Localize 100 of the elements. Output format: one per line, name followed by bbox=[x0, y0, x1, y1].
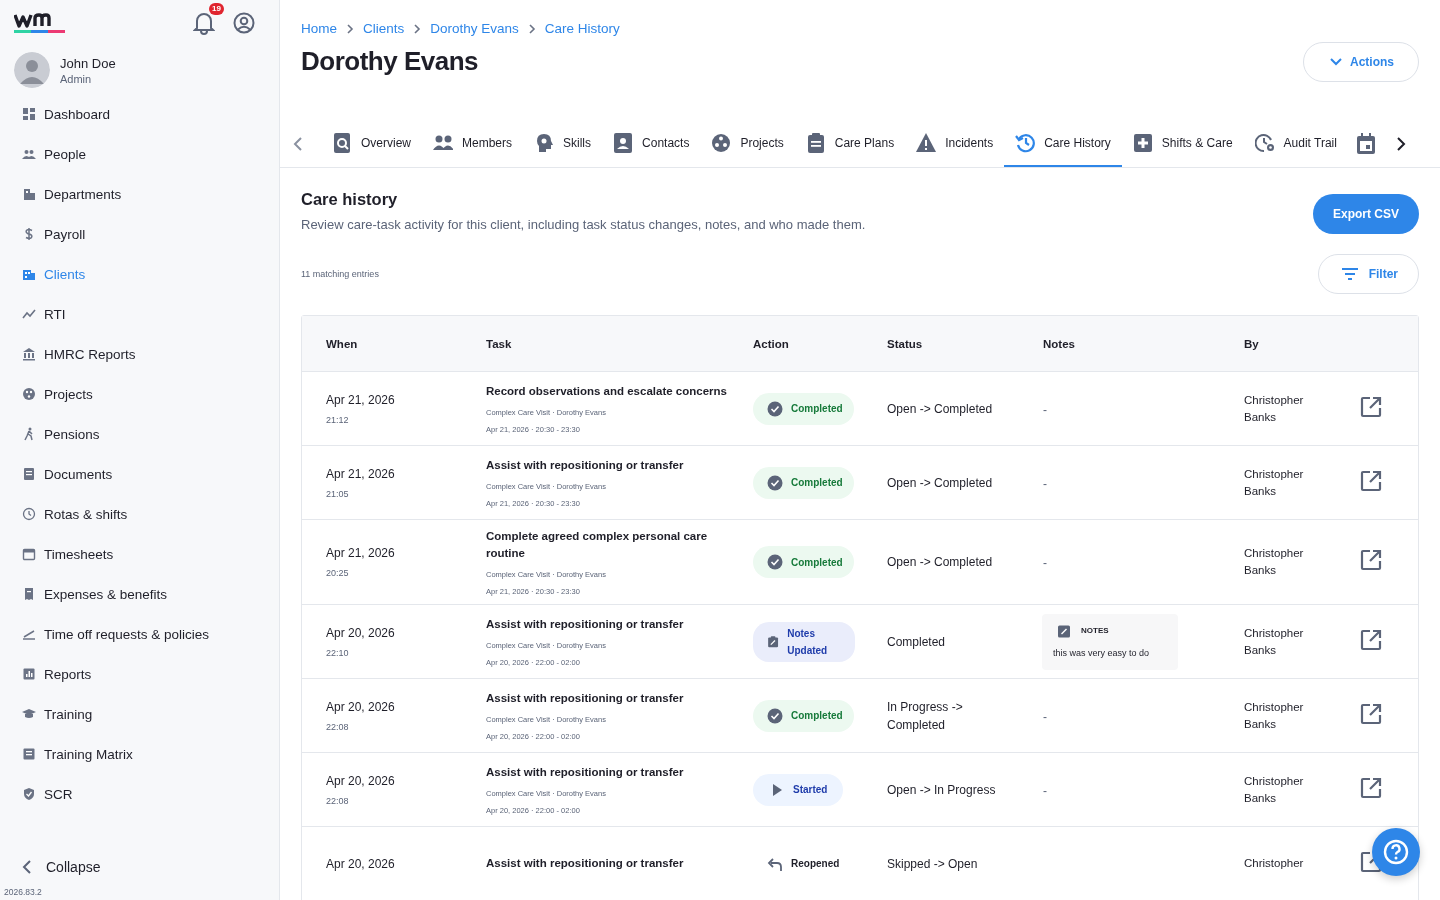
chevron-right-icon bbox=[346, 22, 354, 35]
version-text: 2026.83.2 bbox=[3, 886, 43, 897]
tab[interactable]: Care Plans bbox=[794, 120, 906, 167]
time-text: 20:25 bbox=[326, 568, 350, 578]
nav-item[interactable]: Time off requests & policies bbox=[22, 614, 279, 654]
nav-item[interactable]: Expenses & benefits bbox=[22, 574, 279, 614]
nav-item[interactable]: Rotas & shifts bbox=[22, 494, 279, 534]
nav-item[interactable]: SCR bbox=[22, 774, 279, 814]
account-icon[interactable] bbox=[233, 12, 255, 34]
notification-bell-icon[interactable] bbox=[193, 11, 215, 35]
notes-text: - bbox=[1043, 709, 1047, 724]
check-circle-icon bbox=[767, 707, 783, 724]
clock-icon bbox=[22, 507, 36, 521]
dollar-icon bbox=[22, 227, 36, 241]
nav-item[interactable]: HMRC Reports bbox=[22, 334, 279, 374]
date-text: Apr 20, 2026 bbox=[326, 856, 396, 871]
tab[interactable]: Overview bbox=[321, 120, 422, 167]
filter-button[interactable]: Filter bbox=[1317, 254, 1419, 294]
nav-item[interactable]: Timesheets bbox=[22, 534, 279, 574]
export-csv-button[interactable]: Export CSV bbox=[1313, 194, 1419, 234]
date-text: Apr 21, 2026 bbox=[326, 466, 396, 481]
tab[interactable]: Members bbox=[422, 120, 524, 167]
history-icon bbox=[1015, 131, 1036, 154]
clipboard-icon bbox=[767, 633, 780, 650]
chevron-right-icon bbox=[413, 22, 422, 35]
tab[interactable]: Projects bbox=[700, 120, 795, 167]
time-text: 21:05 bbox=[326, 488, 350, 499]
head-gear-icon bbox=[534, 131, 555, 154]
receipt-icon bbox=[22, 587, 36, 601]
grid-icon bbox=[22, 107, 36, 121]
report-icon bbox=[22, 747, 36, 761]
logo[interactable] bbox=[14, 12, 66, 34]
column-header: Status bbox=[887, 337, 924, 350]
chevron-left-icon[interactable] bbox=[293, 136, 303, 151]
shield-icon bbox=[22, 787, 36, 801]
action-status-badge: Completed bbox=[753, 392, 854, 425]
tab[interactable]: Audit Trail bbox=[1243, 120, 1348, 167]
date-text: Apr 21, 2026 bbox=[326, 392, 396, 407]
task-title: Assist with repositioning or transfer bbox=[486, 691, 685, 706]
check-circle-icon bbox=[767, 554, 783, 570]
nav-item[interactable]: RTI bbox=[22, 294, 279, 334]
author-name: Christopher Banks bbox=[1244, 392, 1305, 425]
external-link-icon[interactable] bbox=[1360, 776, 1382, 799]
building-icon bbox=[22, 187, 36, 201]
nav-item[interactable]: Payroll bbox=[22, 214, 279, 254]
column-header: Notes bbox=[1043, 337, 1076, 350]
chevron-right-icon bbox=[527, 22, 536, 35]
search-document-icon bbox=[332, 131, 352, 154]
external-link-icon[interactable] bbox=[1360, 469, 1382, 492]
nav-item[interactable]: Dashboard bbox=[22, 94, 279, 134]
tab[interactable]: Contacts bbox=[602, 120, 701, 167]
avatar bbox=[14, 52, 50, 88]
task-title: Assist with repositioning or transfer bbox=[486, 765, 685, 780]
action-status-badge: Completed bbox=[753, 466, 854, 499]
tab[interactable]: Skills bbox=[523, 120, 603, 167]
breadcrumb-link[interactable]: Clients bbox=[363, 21, 405, 36]
tab[interactable]: Care History bbox=[1004, 120, 1122, 167]
breadcrumb-link[interactable]: Care History bbox=[544, 21, 620, 36]
nav-item[interactable]: Projects bbox=[22, 374, 279, 414]
nav-item[interactable]: Training bbox=[22, 694, 279, 734]
nav-item[interactable]: Documents bbox=[22, 454, 279, 494]
entry-count: 11 matching entries bbox=[301, 269, 379, 279]
date-text: Apr 20, 2026 bbox=[326, 699, 396, 714]
task-title: Complete agreed complex personal care routine bbox=[486, 529, 709, 561]
document-icon bbox=[22, 467, 36, 481]
column-header: By bbox=[1244, 337, 1260, 350]
external-link-icon[interactable] bbox=[1360, 702, 1382, 725]
external-link-icon[interactable] bbox=[1360, 395, 1382, 418]
nav-item[interactable]: Training Matrix bbox=[22, 734, 279, 774]
help-icon[interactable] bbox=[1383, 839, 1409, 865]
status-text: Skipped -> Open bbox=[887, 855, 979, 873]
author-name: Christopher Banks bbox=[1244, 625, 1305, 658]
breadcrumb-link[interactable]: Dorothy Evans bbox=[430, 21, 519, 36]
nav-item[interactable]: People bbox=[22, 134, 279, 174]
chevron-left-icon bbox=[22, 860, 32, 874]
breadcrumb-link[interactable]: Home bbox=[301, 21, 337, 36]
calendar-icon[interactable] bbox=[1355, 132, 1376, 155]
author-name: Christopher Banks bbox=[1244, 773, 1305, 806]
time-text: 22:10 bbox=[326, 647, 350, 658]
section-heading: Care history bbox=[301, 190, 399, 209]
nav-item[interactable]: Departments bbox=[22, 174, 279, 214]
help-button[interactable] bbox=[1372, 828, 1420, 876]
user-role: Admin bbox=[60, 72, 93, 85]
action-status-badge: Notes Updated bbox=[753, 621, 855, 662]
tab[interactable]: Shifts & Care bbox=[1121, 120, 1244, 167]
collapse-button[interactable]: Collapse bbox=[0, 853, 101, 881]
building-icon bbox=[22, 267, 36, 281]
nav-item[interactable]: Clients bbox=[22, 254, 279, 294]
external-link-icon[interactable] bbox=[1360, 628, 1382, 651]
external-link-icon[interactable] bbox=[1360, 549, 1382, 571]
actions-button[interactable]: Actions bbox=[1303, 42, 1419, 82]
page-title: Dorothy Evans bbox=[301, 46, 479, 77]
chevron-right-icon[interactable] bbox=[1395, 136, 1406, 151]
trend-icon bbox=[22, 307, 36, 321]
nav-item[interactable]: Pensions bbox=[22, 414, 279, 454]
nav-item[interactable]: Reports bbox=[22, 654, 279, 694]
tab[interactable]: Incidents bbox=[905, 120, 1005, 167]
plus-square-icon bbox=[1132, 131, 1153, 154]
chevron-down-icon bbox=[1330, 58, 1342, 66]
notes-text: - bbox=[1043, 556, 1047, 570]
